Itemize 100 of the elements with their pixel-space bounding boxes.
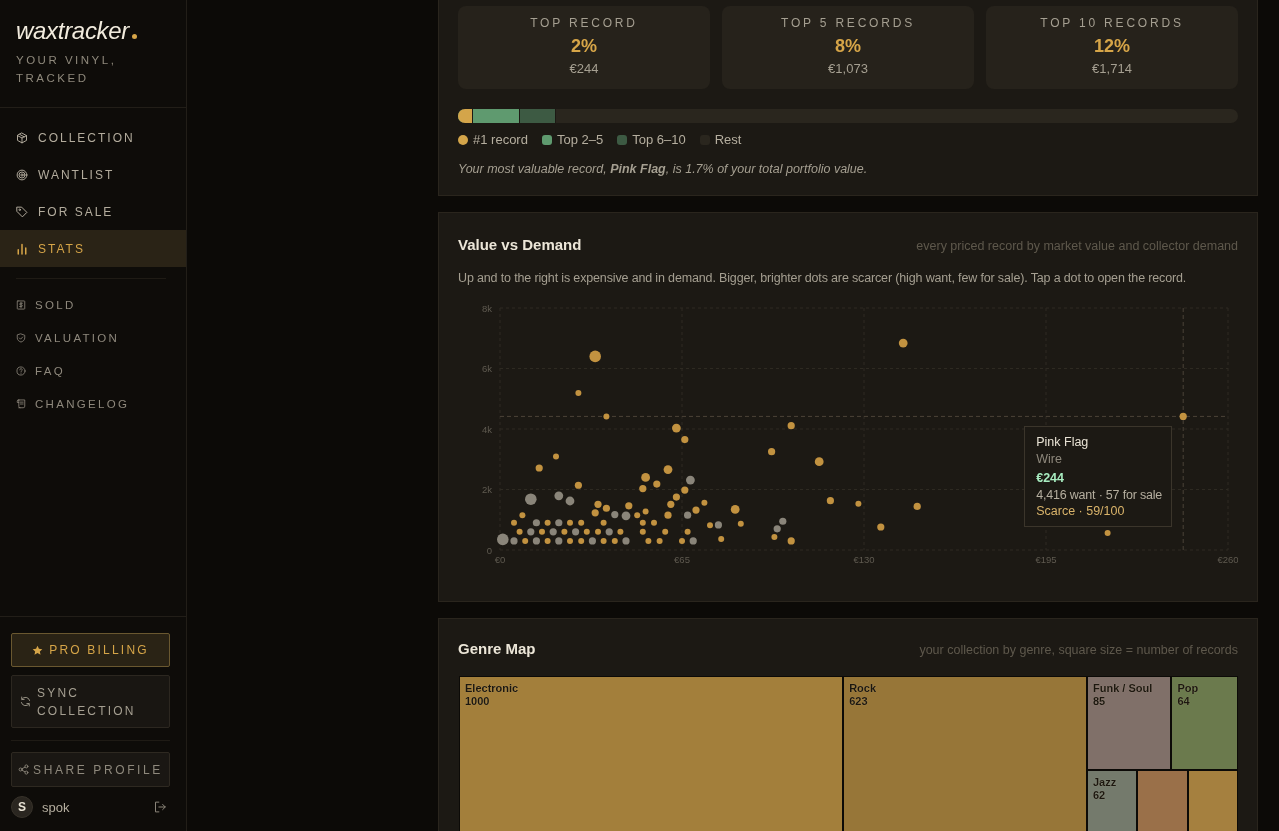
scatter-point[interactable]: [544, 537, 551, 544]
scatter-point[interactable]: [519, 512, 526, 519]
scatter-point[interactable]: [532, 519, 540, 527]
nav-item[interactable]: STATS: [0, 230, 186, 267]
nav-item[interactable]: WANTLIST: [0, 156, 186, 193]
scatter-point[interactable]: [611, 537, 618, 544]
scatter-point[interactable]: [511, 519, 517, 526]
scatter-point[interactable]: [567, 519, 573, 526]
scatter-point[interactable]: [1179, 412, 1187, 420]
treemap-cell[interactable]: Funk / Soul 85: [1088, 677, 1171, 769]
scatter-point[interactable]: [497, 533, 509, 546]
scatter-point[interactable]: [572, 528, 580, 536]
scatter-point[interactable]: [603, 413, 610, 420]
scatter-point[interactable]: [679, 537, 685, 544]
scatter-point[interactable]: [594, 500, 602, 508]
scatter-point[interactable]: [634, 512, 641, 519]
nav-item[interactable]: VALUATION: [0, 321, 186, 354]
sync-button[interactable]: SYNC COLLECTION: [11, 675, 170, 728]
scatter-point[interactable]: [611, 511, 619, 519]
scatter-point[interactable]: [689, 537, 697, 545]
scatter-point[interactable]: [651, 519, 657, 526]
scatter-point[interactable]: [588, 537, 596, 545]
scatter-point[interactable]: [787, 422, 795, 430]
scatter-point[interactable]: [565, 496, 575, 506]
nav-item[interactable]: FAQ: [0, 354, 186, 387]
share-button[interactable]: SHARE PROFILE: [11, 752, 170, 787]
scatter-point[interactable]: [686, 475, 695, 485]
scatter-point[interactable]: [787, 537, 795, 545]
scatter-point[interactable]: [554, 491, 564, 501]
treemap-cell[interactable]: Rock 623: [844, 677, 1086, 831]
scatter-point[interactable]: [555, 519, 563, 527]
treemap-cell[interactable]: Jazz 62: [1088, 771, 1137, 831]
scatter-point[interactable]: [575, 390, 582, 396]
scatter-point[interactable]: [684, 511, 692, 519]
scatter-point[interactable]: [684, 528, 691, 535]
treemap-cell[interactable]: Electronic 1000: [460, 677, 843, 831]
scatter-point[interactable]: [664, 511, 672, 519]
scatter-point[interactable]: [510, 537, 518, 545]
scatter-point[interactable]: [641, 473, 650, 482]
scatter-point[interactable]: [701, 499, 708, 506]
scatter-point[interactable]: [714, 521, 722, 529]
scatter-point[interactable]: [617, 528, 624, 535]
scatter-point[interactable]: [662, 528, 669, 535]
scatter-point[interactable]: [877, 523, 885, 531]
scatter-point[interactable]: [656, 537, 663, 544]
scatter-point[interactable]: [642, 508, 649, 515]
scatter-point[interactable]: [600, 537, 607, 544]
scatter-point[interactable]: [578, 537, 585, 544]
scatter-point[interactable]: [768, 448, 776, 456]
scatter-point[interactable]: [771, 534, 778, 540]
scatter-point[interactable]: [681, 436, 689, 444]
scatter-point[interactable]: [553, 453, 559, 460]
scatter-point[interactable]: [653, 480, 661, 488]
scatter-point[interactable]: [605, 528, 613, 536]
scatter-point[interactable]: [826, 497, 834, 505]
scatter-point[interactable]: [544, 519, 551, 526]
nav-item[interactable]: SOLD: [0, 288, 186, 321]
scatter-point[interactable]: [814, 457, 824, 467]
scatter-point[interactable]: [522, 537, 529, 544]
scatter-point[interactable]: [779, 517, 787, 525]
scatter-point[interactable]: [578, 519, 585, 526]
scatter-point[interactable]: [516, 528, 523, 535]
scatter-point[interactable]: [583, 528, 590, 535]
scatter-point[interactable]: [595, 528, 601, 535]
scatter-point[interactable]: [1104, 530, 1111, 537]
scatter-point[interactable]: [621, 511, 631, 521]
scatter-point[interactable]: [549, 528, 557, 536]
scatter-point[interactable]: [737, 520, 744, 527]
scatter-point[interactable]: [567, 537, 573, 544]
scatter-point[interactable]: [663, 465, 673, 474]
scatter-point[interactable]: [692, 506, 700, 514]
scatter-point[interactable]: [591, 509, 599, 517]
scatter-point[interactable]: [730, 505, 740, 514]
scatter-point[interactable]: [574, 481, 582, 489]
scatter-point[interactable]: [639, 519, 646, 526]
treemap-cell[interactable]: [1138, 771, 1187, 831]
scatter-point[interactable]: [527, 528, 535, 536]
scatter-point[interactable]: [718, 536, 725, 543]
scatter-point[interactable]: [855, 500, 862, 507]
scatter-point[interactable]: [589, 350, 601, 363]
scatter-point[interactable]: [898, 338, 908, 348]
scatter-point[interactable]: [602, 504, 610, 512]
scatter-point[interactable]: [539, 528, 545, 535]
scatter-point[interactable]: [707, 522, 713, 529]
scatter-point[interactable]: [600, 519, 607, 526]
nav-item[interactable]: COLLECTION: [0, 119, 186, 156]
scatter-point[interactable]: [532, 537, 540, 545]
scatter-point[interactable]: [561, 528, 568, 535]
scatter-point[interactable]: [639, 485, 647, 493]
scatter-point[interactable]: [672, 423, 681, 433]
nav-item[interactable]: CHANGELOG: [0, 387, 186, 420]
scatter-point[interactable]: [773, 525, 781, 533]
pro-billing-button[interactable]: PRO BILLING: [11, 633, 170, 667]
treemap-cell[interactable]: [1188, 771, 1237, 831]
nav-item[interactable]: FOR SALE: [0, 193, 186, 230]
scatter-point[interactable]: [913, 502, 921, 511]
logout-icon[interactable]: [154, 801, 166, 813]
scatter-point[interactable]: [555, 537, 563, 545]
scatter-point[interactable]: [681, 486, 689, 494]
scatter-point[interactable]: [672, 493, 680, 501]
